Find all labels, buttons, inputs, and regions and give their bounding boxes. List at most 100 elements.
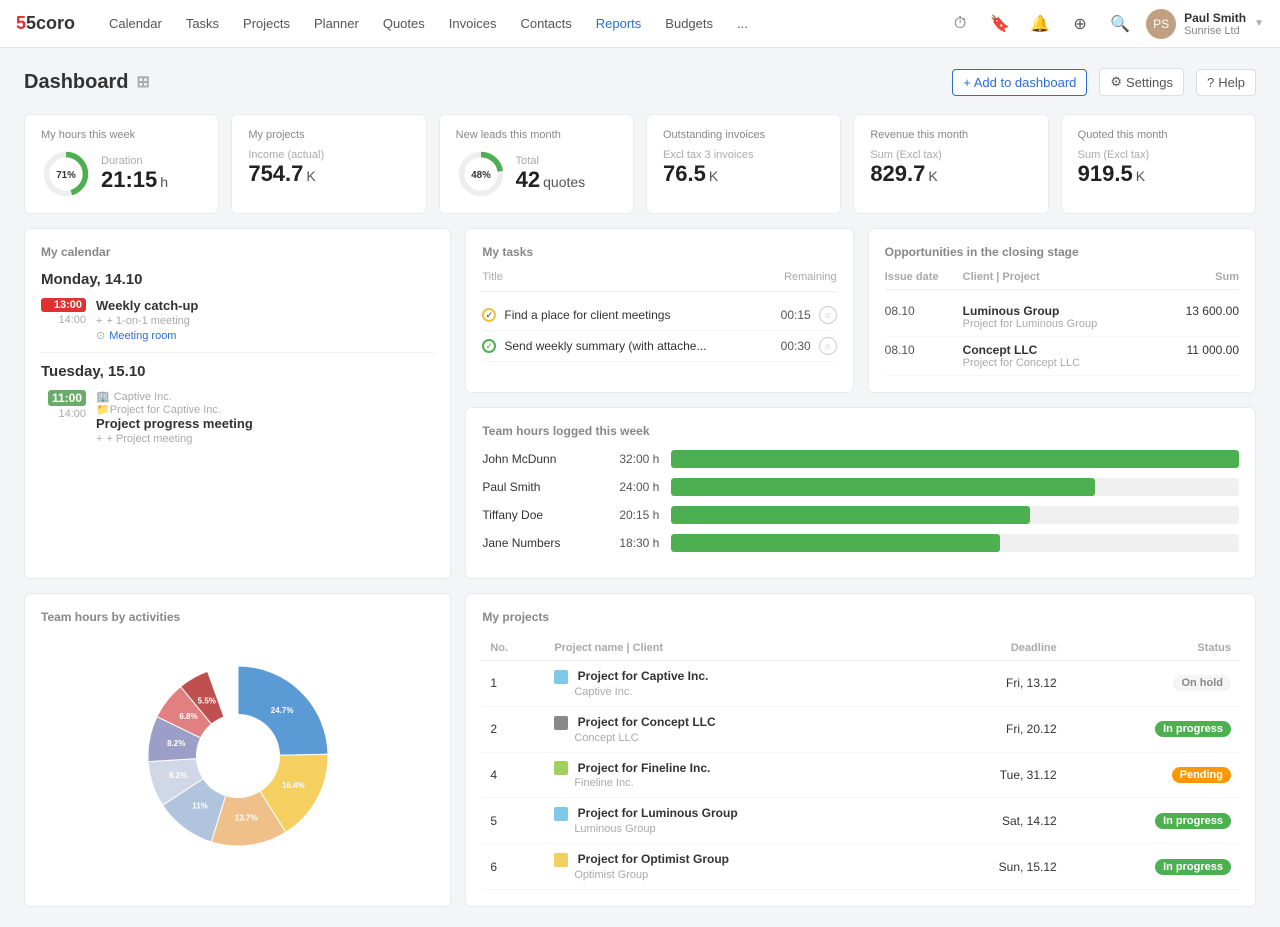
- col-no: No.: [482, 636, 546, 661]
- tasks-title: My tasks: [482, 245, 836, 259]
- stat-revenue: Revenue this month Sum (Excl tax) 829.7 …: [853, 114, 1048, 214]
- opportunities-title: Opportunities in the closing stage: [885, 245, 1239, 259]
- main-content: Dashboard ⊞ + Add to dashboard ⚙ Setting…: [0, 48, 1280, 927]
- pie-label-1: 16.4%: [282, 781, 305, 790]
- pie-chart: 24.7%16.4%13.7%11%8.2%8.2%6.8%5.5%: [128, 646, 348, 866]
- dashboard-header: Dashboard ⊞ + Add to dashboard ⚙ Setting…: [24, 68, 1256, 96]
- calendar-event-0: 13:00 14:00 Weekly catch-up + + 1-on-1 m…: [41, 298, 434, 342]
- projects-title: My projects: [482, 610, 1239, 624]
- notification-icon[interactable]: 🔔: [1026, 10, 1054, 38]
- team-hours-card: Team hours logged this week John McDunn …: [465, 407, 1256, 579]
- nav-reports[interactable]: Reports: [586, 10, 652, 37]
- nav-items: Calendar Tasks Projects Planner Quotes I…: [99, 10, 946, 37]
- task-row-0: ✓ Find a place for client meetings 00:15…: [482, 300, 836, 331]
- avatar: PS: [1146, 9, 1176, 39]
- search-icon[interactable]: 🔍: [1106, 10, 1134, 38]
- tasks-header: Title Remaining: [482, 271, 836, 292]
- team-row-1: Paul Smith 24:00 h: [482, 478, 1239, 496]
- pie-label-5: 8.2%: [167, 739, 185, 748]
- task-action-1[interactable]: ○: [819, 337, 837, 355]
- stat-hours-label: My hours this week: [41, 129, 202, 141]
- table-row[interactable]: 1 Project for Captive Inc. Captive Inc. …: [482, 661, 1239, 707]
- team-hours-title: Team hours logged this week: [482, 424, 1239, 438]
- calendar-day-tuesday: Tuesday, 15.10: [41, 363, 434, 380]
- stat-projects-label: My projects: [248, 129, 409, 141]
- stat-revenue-label: Revenue this month: [870, 129, 1031, 141]
- add-to-dashboard-button[interactable]: + Add to dashboard: [952, 69, 1087, 96]
- team-activities-title: Team hours by activities: [41, 610, 434, 624]
- stat-leads: New leads this month 48% Total 42 quotes: [439, 114, 634, 214]
- table-row[interactable]: 4 Project for Fineline Inc. Fineline Inc…: [482, 752, 1239, 798]
- nav-budgets[interactable]: Budgets: [655, 10, 723, 37]
- user-company: Sunrise Ltd: [1184, 25, 1246, 37]
- team-row-0: John McDunn 32:00 h: [482, 450, 1239, 468]
- svg-text:48%: 48%: [471, 170, 491, 181]
- nav-planner[interactable]: Planner: [304, 10, 369, 37]
- team-bar-0: [671, 450, 1239, 468]
- pie-label-3: 11%: [192, 801, 208, 810]
- nav-contacts[interactable]: Contacts: [510, 10, 581, 37]
- help-icon: ?: [1207, 75, 1214, 90]
- col-status: Status: [1065, 636, 1239, 661]
- table-row[interactable]: 2 Project for Concept LLC Concept LLC Fr…: [482, 706, 1239, 752]
- bottom-row: Team hours by activities 24.7%16.4%13.7%…: [24, 593, 1256, 907]
- add-icon[interactable]: ⊕: [1066, 10, 1094, 38]
- nav-projects[interactable]: Projects: [233, 10, 300, 37]
- team-hours-rows: John McDunn 32:00 h Paul Smith 24:00 h T…: [482, 450, 1239, 552]
- user-badge[interactable]: PS Paul Smith Sunrise Ltd ▼: [1146, 9, 1264, 39]
- bookmark-icon[interactable]: 🔖: [986, 10, 1014, 38]
- team-bar-2: [671, 506, 1030, 524]
- col-name: Project name | Client: [546, 636, 924, 661]
- calendar-title: My calendar: [41, 245, 434, 259]
- task-action-0[interactable]: ○: [819, 306, 837, 324]
- timer-icon[interactable]: ⏱: [946, 10, 974, 38]
- middle-section: My calendar Monday, 14.10 13:00 14:00 We…: [24, 228, 1256, 579]
- projects-card: My projects No. Project name | Client De…: [465, 593, 1256, 907]
- dashboard-title: Dashboard ⊞: [24, 71, 150, 94]
- opportunities-header: Issue date Client | Project Sum: [885, 271, 1239, 290]
- svg-text:71%: 71%: [56, 170, 76, 181]
- team-bar-wrap-2: [671, 506, 1239, 524]
- dashboard-actions: + Add to dashboard ⚙ Settings ? Help: [952, 68, 1256, 96]
- calendar-divider: [41, 352, 434, 353]
- calendar-card: My calendar Monday, 14.10 13:00 14:00 We…: [24, 228, 451, 579]
- calendar-day-monday: Monday, 14.10: [41, 271, 434, 288]
- stat-invoices-label: Outstanding invoices: [663, 129, 824, 141]
- table-row[interactable]: 5 Project for Luminous Group Luminous Gr…: [482, 798, 1239, 844]
- filter-icon[interactable]: ⊞: [136, 72, 149, 92]
- team-bar-wrap-0: [671, 450, 1239, 468]
- stat-quoted: Quoted this month Sum (Excl tax) 919.5 K: [1061, 114, 1256, 214]
- stat-projects: My projects Income (actual) 754.7 K: [231, 114, 426, 214]
- nav-quotes[interactable]: Quotes: [373, 10, 435, 37]
- user-name: Paul Smith: [1184, 11, 1246, 25]
- leads-donut: 48%: [456, 149, 506, 199]
- stat-hours: My hours this week 71% Duration 21:15 h: [24, 114, 219, 214]
- chevron-down-icon: ▼: [1254, 18, 1264, 29]
- pie-label-4: 8.2%: [169, 771, 187, 780]
- stat-leads-label: New leads this month: [456, 129, 617, 141]
- opportunities-card: Opportunities in the closing stage Issue…: [868, 228, 1256, 393]
- task-row-1: ✓ Send weekly summary (with attache... 0…: [482, 331, 836, 362]
- table-row[interactable]: 6 Project for Optimist Group Optimist Gr…: [482, 844, 1239, 890]
- nav-invoices[interactable]: Invoices: [439, 10, 507, 37]
- tasks-card: My tasks Title Remaining ✓ Find a place …: [465, 228, 853, 393]
- help-button[interactable]: ? Help: [1196, 69, 1256, 96]
- nav-more[interactable]: ...: [727, 10, 758, 37]
- team-row-2: Tiffany Doe 20:15 h: [482, 506, 1239, 524]
- settings-button[interactable]: ⚙ Settings: [1099, 68, 1184, 96]
- top-navigation: 55coro Calendar Tasks Projects Planner Q…: [0, 0, 1280, 48]
- task-checkbox-0[interactable]: ✓: [482, 308, 496, 322]
- nav-tasks[interactable]: Tasks: [176, 10, 229, 37]
- pie-label-6: 6.8%: [179, 712, 197, 721]
- pie-label-7: 5.5%: [197, 696, 215, 705]
- task-checkbox-1[interactable]: ✓: [482, 339, 496, 353]
- pie-chart-wrap: 24.7%16.4%13.7%11%8.2%8.2%6.8%5.5%: [41, 636, 434, 886]
- opp-row-0: 08.10 Luminous Group Project for Luminou…: [885, 298, 1239, 337]
- team-bar-3: [671, 534, 1000, 552]
- team-bar-1: [671, 478, 1095, 496]
- hours-donut: 71%: [41, 149, 91, 199]
- logo[interactable]: 55coro: [16, 13, 75, 34]
- nav-right: ⏱ 🔖 🔔 ⊕ 🔍 PS Paul Smith Sunrise Ltd ▼: [946, 9, 1264, 39]
- team-bar-wrap-3: [671, 534, 1239, 552]
- nav-calendar[interactable]: Calendar: [99, 10, 172, 37]
